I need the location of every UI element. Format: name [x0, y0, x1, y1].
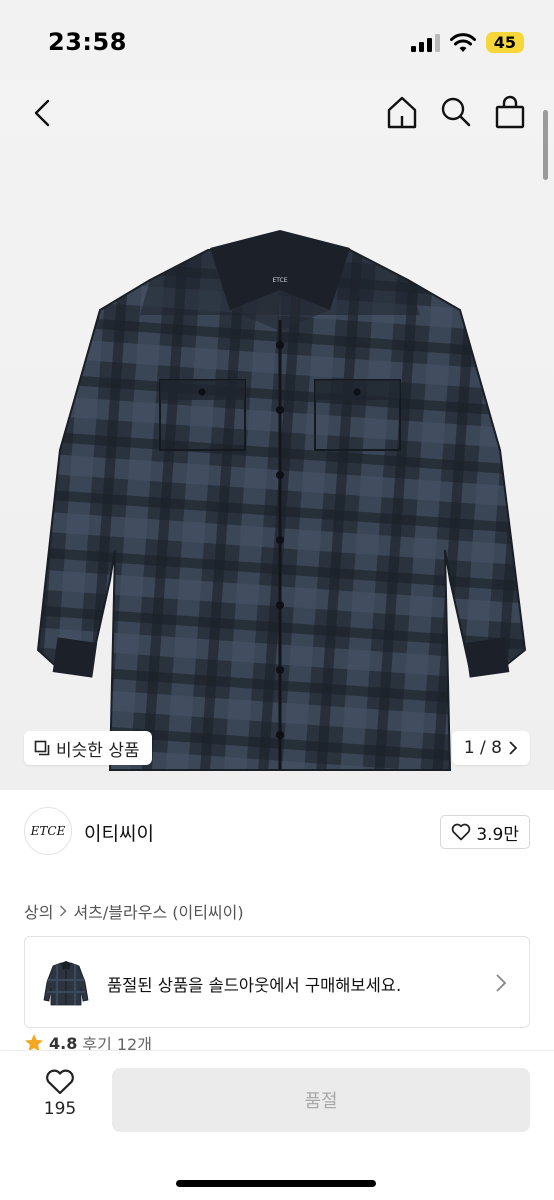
garment-label: ETCE [272, 277, 287, 284]
product-image-gallery[interactable]: ETCE 비슷한 상품 1 / 8 [0, 80, 554, 790]
battery-indicator: 45 [485, 32, 524, 53]
wishlist-button[interactable]: 195 [34, 1069, 86, 1119]
search-icon[interactable] [440, 94, 472, 130]
brand-logo[interactable]: ETCE [24, 807, 72, 855]
chevron-right-icon [496, 974, 507, 992]
brand-logo-text: ETCE [30, 824, 66, 838]
bottom-action-bar: 195 품절 [0, 1050, 554, 1200]
breadcrumb-category[interactable]: 상의 [24, 899, 53, 923]
image-counter[interactable]: 1 / 8 [451, 731, 530, 765]
soldout-banner-text: 품절된 상품을 솔드아웃에서 구매해보세요. [107, 976, 402, 995]
chevron-right-icon [509, 741, 518, 755]
breadcrumb-subcategory[interactable]: 셔츠/블라우스 (이티씨이) [73, 899, 243, 923]
breadcrumb: 상의 셔츠/블라우스 (이티씨이) [24, 899, 244, 923]
status-bar: 23:58 45 [0, 0, 554, 80]
similar-items-icon [34, 740, 50, 756]
wifi-icon [449, 32, 476, 52]
home-icon[interactable] [386, 94, 418, 130]
wishlist-count: 195 [43, 1099, 77, 1119]
product-thumbnail [43, 961, 89, 1006]
home-indicator [176, 1180, 376, 1187]
similar-products-button[interactable]: 비슷한 상품 [24, 731, 152, 765]
shopping-bag-icon[interactable] [494, 94, 526, 130]
soldout-banner[interactable]: 품절된 상품을 솔드아웃에서 구매해보세요. [24, 936, 530, 1028]
scrollbar[interactable] [543, 110, 548, 180]
brand-like-button[interactable]: 3.9만 [440, 815, 530, 849]
similar-products-label: 비슷한 상품 [56, 740, 140, 761]
back-icon[interactable] [28, 98, 58, 128]
image-counter-text: 1 / 8 [463, 738, 502, 758]
brand-name[interactable]: 이티씨이 [84, 819, 154, 846]
product-photo: ETCE [36, 230, 527, 771]
brand-like-count: 3.9만 [476, 824, 519, 845]
heart-icon [452, 823, 471, 841]
cellular-signal-icon [410, 33, 440, 52]
soldout-purchase-button[interactable]: 품절 [112, 1068, 530, 1132]
heart-icon [46, 1069, 74, 1095]
status-time: 23:58 [48, 28, 127, 56]
brand-row: ETCE 이티씨이 3.9만 [0, 800, 554, 864]
top-nav-actions [386, 94, 526, 130]
status-indicators: 45 [410, 32, 524, 53]
chevron-right-icon [60, 905, 68, 917]
